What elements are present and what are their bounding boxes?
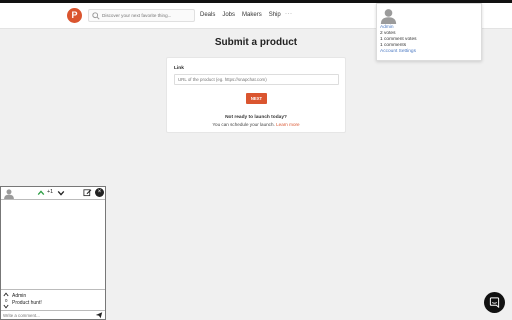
nav-link-jobs[interactable]: Jobs	[222, 12, 235, 18]
upvote-chevron-icon[interactable]	[37, 189, 45, 197]
schedule-text: You can schedule your launch.	[212, 122, 275, 127]
comment-panel-header: +1 ×	[1, 187, 105, 200]
comment-input[interactable]	[3, 311, 91, 319]
nav-link-deals[interactable]: Deals	[200, 12, 215, 18]
close-icon[interactable]: ×	[95, 188, 104, 197]
learn-more-link[interactable]: Learn more	[276, 122, 300, 127]
nav-link-makers[interactable]: Makers	[242, 12, 262, 18]
account-dropdown: Admin 2 votes 1 comment votes 1 comments…	[376, 3, 482, 61]
submit-card: Link NEXT Not ready to launch today? You…	[166, 57, 346, 133]
link-label: Link	[174, 66, 184, 71]
edit-icon[interactable]	[83, 188, 92, 197]
not-ready-text: Not ready to launch today?	[225, 115, 287, 120]
account-settings-link[interactable]: Account Settings	[380, 49, 416, 54]
user-avatar-icon	[4, 189, 14, 199]
page-title: Submit a product	[214, 37, 298, 48]
comment-input-row	[1, 310, 105, 319]
vote-count: +1	[47, 189, 54, 195]
downvote-chevron-icon[interactable]	[57, 189, 65, 197]
search-input[interactable]	[102, 10, 194, 21]
send-icon[interactable]	[95, 311, 103, 319]
comment-thread-item: 0 Admin Product hunt!	[1, 289, 105, 310]
search-icon	[92, 12, 100, 20]
schedule-text-row: You can schedule your launch. Learn more	[167, 122, 345, 127]
product-url-input[interactable]	[174, 74, 339, 85]
product-hunt-logo[interactable]: P	[67, 8, 82, 23]
nav-link-ship[interactable]: Ship	[269, 12, 281, 18]
account-name[interactable]: Admin	[380, 25, 394, 30]
next-button[interactable]: NEXT	[246, 93, 267, 104]
thread-text: Product hunt!	[12, 300, 42, 306]
chat-bubble-icon	[489, 297, 500, 308]
thread-upvote-icon[interactable]	[3, 292, 9, 297]
more-menu-button[interactable]: ···	[285, 11, 293, 17]
account-votes: 2 votes	[380, 31, 396, 36]
comment-panel: +1 × 0 Admin Product hunt!	[0, 186, 106, 320]
thread-vote-count: 0	[5, 298, 8, 303]
thread-downvote-icon[interactable]	[3, 304, 9, 309]
thread-author: Admin	[12, 293, 27, 299]
nav-links: Deals Jobs Makers Ship	[200, 12, 281, 18]
chat-launcher-button[interactable]	[484, 292, 505, 313]
user-avatar-icon[interactable]	[380, 7, 397, 24]
comment-panel-body	[1, 200, 105, 288]
search-box[interactable]	[88, 9, 195, 22]
